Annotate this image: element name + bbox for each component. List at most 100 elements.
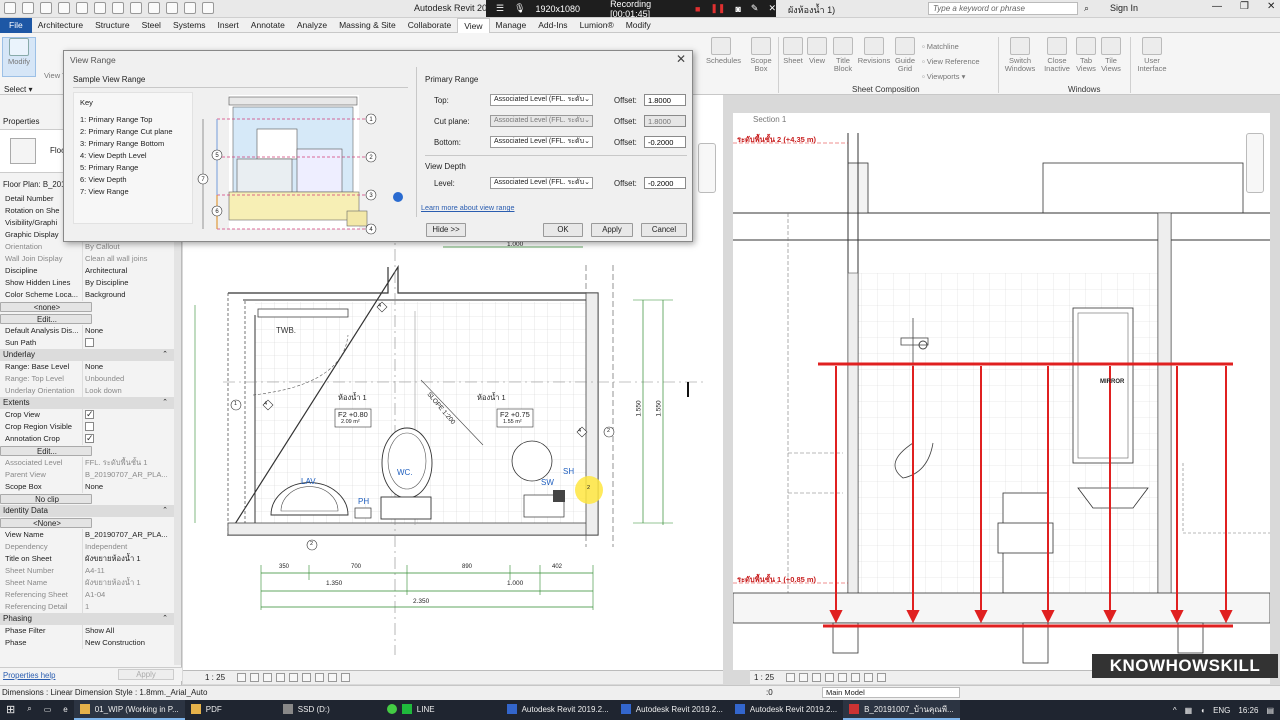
- tab-lumion[interactable]: Lumion®: [574, 18, 620, 33]
- text-icon[interactable]: [130, 2, 142, 14]
- section-view[interactable]: ระดับพื้นชั้น 2 (+4.35 m) ระดับพื้นชั้น …: [732, 113, 1271, 670]
- crop-visible-icon[interactable]: [851, 673, 861, 682]
- redo-icon[interactable]: [76, 2, 88, 14]
- property-value[interactable]: Architectural: [82, 265, 174, 277]
- crop-icon[interactable]: [838, 673, 848, 682]
- tab-add-ins[interactable]: Add-Ins: [532, 18, 573, 33]
- reveal-hidden-icon[interactable]: [328, 673, 338, 682]
- pause-icon[interactable]: ❚❚: [710, 3, 725, 14]
- property-section[interactable]: Underlay ⌃: [0, 349, 174, 361]
- tab-insert[interactable]: Insert: [212, 18, 245, 33]
- property-value[interactable]: None: [82, 481, 174, 493]
- task-view-icon[interactable]: ▭: [38, 700, 58, 720]
- property-value[interactable]: A1-04: [82, 589, 174, 601]
- scope-box-button[interactable]: Scope Box: [746, 37, 776, 73]
- tab-annotate[interactable]: Annotate: [245, 18, 291, 33]
- detail-level-icon[interactable]: [237, 673, 247, 682]
- collapse-icon[interactable]: ⌃: [162, 397, 168, 409]
- search-input[interactable]: Type a keyword or phrase: [928, 2, 1078, 15]
- property-button[interactable]: Edit...: [0, 446, 92, 456]
- guide-grid-button[interactable]: Guide Grid: [890, 37, 920, 73]
- undo-icon[interactable]: [58, 2, 70, 14]
- taskbar-app[interactable]: Autodesk Revit 2019.2...: [615, 700, 729, 720]
- property-value[interactable]: Clean all wall joins: [82, 253, 174, 265]
- search-taskbar-icon[interactable]: ⌕: [21, 700, 37, 720]
- property-row[interactable]: System Color Sche...Edit...: [0, 313, 174, 325]
- save-icon[interactable]: [40, 2, 52, 14]
- restore-icon[interactable]: ❐: [1240, 1, 1249, 12]
- shadows-icon[interactable]: [276, 673, 286, 682]
- property-value[interactable]: [82, 433, 174, 445]
- cut-plane-level-select[interactable]: Associated Level (FFL. ระดับ ⌄: [490, 115, 593, 127]
- taskbar-app[interactable]: SSD (D:): [277, 700, 381, 720]
- property-row[interactable]: Referencing Detail 1: [0, 601, 174, 613]
- property-value[interactable]: By Discipline: [82, 277, 174, 289]
- schedules-button[interactable]: Schedules: [706, 37, 741, 65]
- property-checkbox[interactable]: [85, 409, 94, 420]
- mic-icon[interactable]: 🎙: [514, 3, 525, 14]
- property-value[interactable]: Background: [82, 289, 174, 301]
- camera-icon[interactable]: ◙: [735, 4, 740, 14]
- taskbar-app[interactable]: Autodesk Revit 2019.2...: [501, 700, 615, 720]
- close-inactive-button[interactable]: Close Inactive: [1040, 37, 1074, 73]
- section-scale[interactable]: 1 : 25: [754, 673, 774, 682]
- switch-windows-button[interactable]: Switch Windows: [1003, 37, 1037, 73]
- properties-help-link[interactable]: Properties help: [3, 671, 55, 680]
- property-value[interactable]: Unbounded: [82, 373, 174, 385]
- properties-apply-button[interactable]: Apply: [118, 669, 174, 680]
- property-value[interactable]: [82, 409, 174, 421]
- property-row[interactable]: Show Hidden Lines By Discipline: [0, 277, 174, 289]
- menu-icon[interactable]: ☰: [496, 3, 504, 14]
- property-button[interactable]: <none>: [0, 302, 92, 312]
- property-row[interactable]: Default Analysis Dis... None: [0, 325, 174, 337]
- property-row[interactable]: Parent View B_20190707_AR_PLA...: [0, 469, 174, 481]
- taskbar-app[interactable]: PDF: [185, 700, 277, 720]
- tab-architecture[interactable]: Architecture: [32, 18, 89, 33]
- navigation-bar-plan[interactable]: [698, 143, 716, 193]
- tab-massing-site[interactable]: Massing & Site: [333, 18, 402, 33]
- property-section[interactable]: Identity Data ⌃: [0, 505, 174, 517]
- depth-offset-input[interactable]: [644, 177, 686, 189]
- matchline-button[interactable]: ▫ Matchline: [922, 39, 980, 54]
- apply-button[interactable]: Apply: [591, 223, 633, 237]
- property-row[interactable]: Sheet Name ผังขยายห้องน้ำ 1: [0, 577, 174, 589]
- tab-systems[interactable]: Systems: [167, 18, 212, 33]
- property-row[interactable]: Title on Sheet ผังขยายห้องน้ำ 1: [0, 553, 174, 565]
- property-section[interactable]: Phasing ⌃: [0, 613, 174, 625]
- thin-lines-icon[interactable]: [184, 2, 196, 14]
- property-value[interactable]: B_20190707_AR_PLA...: [82, 529, 174, 541]
- property-row[interactable]: Range: Base Level None: [0, 361, 174, 373]
- property-row[interactable]: Phase New Construction: [0, 637, 174, 649]
- property-row[interactable]: View RangeEdit...: [0, 445, 174, 457]
- property-row[interactable]: Wall Join Display Clean all wall joins: [0, 253, 174, 265]
- revit-logo-icon[interactable]: [4, 2, 16, 14]
- property-value[interactable]: ผังขยายห้องน้ำ 1: [82, 577, 174, 589]
- shadows-icon[interactable]: [825, 673, 835, 682]
- reveal-hidden-icon[interactable]: [877, 673, 887, 682]
- learn-more-link[interactable]: Learn more about view range: [421, 203, 515, 212]
- depth-level-select[interactable]: Associated Level (FFL. ระดับ ⌄: [490, 177, 593, 189]
- close-icon[interactable]: ✕: [1267, 1, 1275, 12]
- print-icon[interactable]: [94, 2, 106, 14]
- property-row[interactable]: Referencing Sheet A1-04: [0, 589, 174, 601]
- sun-path-icon[interactable]: [812, 673, 822, 682]
- property-value[interactable]: ผังขยายห้องน้ำ 1: [82, 553, 174, 565]
- tab-view[interactable]: View: [457, 17, 490, 33]
- stop-icon[interactable]: ■: [695, 4, 700, 14]
- notifications-icon[interactable]: ▤: [1266, 706, 1274, 715]
- property-row[interactable]: Sun Path: [0, 337, 174, 349]
- navigation-bar-section[interactable]: [1246, 133, 1264, 193]
- temporary-hide-icon[interactable]: [864, 673, 874, 682]
- collapse-icon[interactable]: ⌃: [162, 349, 168, 361]
- dialog-close-icon[interactable]: ✕: [676, 52, 686, 66]
- property-row[interactable]: Crop Region Visible: [0, 421, 174, 433]
- active-model-select[interactable]: Main Model: [822, 687, 960, 698]
- crop-visible-icon[interactable]: [302, 673, 312, 682]
- property-value[interactable]: B_20190707_AR_PLA...: [82, 469, 174, 481]
- network-icon[interactable]: ▦: [1185, 706, 1193, 715]
- property-value[interactable]: [82, 421, 174, 433]
- select-dropdown[interactable]: Select ▾: [4, 85, 32, 94]
- modify-button[interactable]: Modify: [2, 37, 36, 77]
- user-interface-button[interactable]: User Interface: [1134, 37, 1170, 73]
- tab-manage[interactable]: Manage: [490, 18, 533, 33]
